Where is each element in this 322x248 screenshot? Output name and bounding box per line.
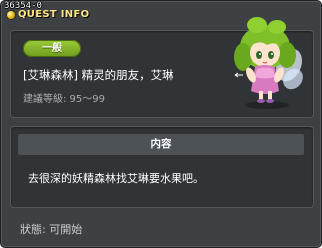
quest-status: 狀態: 可開始 xyxy=(20,223,83,236)
quest-name: [艾琳森林] 精灵的朋友，艾琳 xyxy=(23,68,174,82)
quest-bulb-icon xyxy=(7,10,15,19)
quest-description: 去很深的妖精森林找艾琳要水果吧。 xyxy=(28,172,204,185)
content-section-header: 内容 xyxy=(18,134,304,155)
quest-category-badge: 一般 xyxy=(23,40,81,57)
fairy-npc-portrait xyxy=(234,17,303,109)
quest-recommended-level: 建議等級: 95～99 xyxy=(23,94,105,105)
window-title: QUEST INFO xyxy=(18,9,90,20)
quest-info-window: 36354-0 QUEST INFO 一般 [艾琳森林] 精灵的朋友，艾琳 建議… xyxy=(0,0,322,248)
window-header[interactable]: QUEST INFO xyxy=(7,9,89,20)
